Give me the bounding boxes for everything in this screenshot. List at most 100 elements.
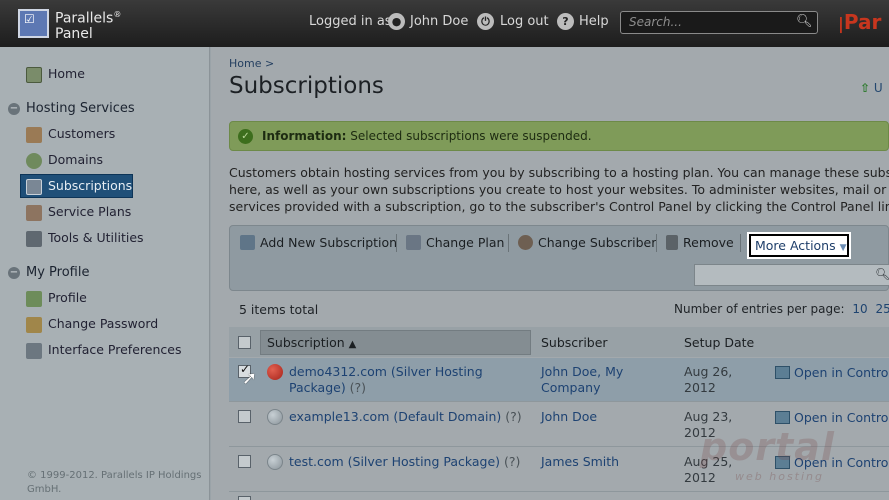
upgrade-label: U xyxy=(873,81,883,95)
toolbar-divider xyxy=(396,234,397,252)
help-mark[interactable]: (?) xyxy=(504,454,520,469)
change-subscriber-button[interactable]: Change Subscriber xyxy=(518,235,656,250)
subscription-name: example13.com (Default Domain) xyxy=(289,409,502,424)
toolbar-divider xyxy=(656,234,657,252)
column-setup-date[interactable]: Setup Date xyxy=(684,335,754,350)
sidebar-item-home[interactable]: Home xyxy=(26,66,85,83)
hosting-services-label: Hosting Services xyxy=(26,101,135,116)
column-subscription-label: Subscription xyxy=(267,335,345,350)
search-icon[interactable]: 🔍︎ xyxy=(796,14,813,29)
remove-label: Remove xyxy=(683,235,734,250)
per-page-10[interactable]: 10 xyxy=(852,302,867,316)
plan-icon xyxy=(26,204,42,221)
change-plan-label: Change Plan xyxy=(426,235,505,250)
sidebar-item-customers[interactable]: Customers xyxy=(26,126,115,143)
add-subscription-button[interactable]: Add New Subscription xyxy=(240,235,397,250)
sidebar-item-subscriptions[interactable]: Subscriptions xyxy=(26,178,132,195)
search-input[interactable]: Search... xyxy=(620,11,818,34)
user-icon xyxy=(26,126,42,143)
user-icon: ● xyxy=(388,13,405,30)
column-subscriber[interactable]: Subscriber xyxy=(541,335,608,350)
subscription-icon xyxy=(26,178,42,195)
sidebar-domains-label: Domains xyxy=(48,152,104,167)
open-panel-icon xyxy=(775,411,790,424)
watermark-logo: portal xyxy=(700,425,835,469)
sidebar-interface-preferences-label: Interface Preferences xyxy=(48,342,182,357)
more-actions-label: More Actions xyxy=(755,238,836,253)
mouse-cursor-icon: ➚ xyxy=(242,368,258,389)
section-hosting-services[interactable]: − Hosting Services xyxy=(8,101,135,116)
sidebar-service-plans-label: Service Plans xyxy=(48,204,132,219)
active-status-icon xyxy=(267,409,283,425)
help-link[interactable]: Help xyxy=(579,14,609,29)
per-page-25[interactable]: 25 xyxy=(876,302,889,316)
description-line: services provided with a subscription, g… xyxy=(229,199,889,214)
per-page-label: Number of entries per page: xyxy=(674,302,845,316)
sidebar-item-change-password[interactable]: Change Password xyxy=(26,316,158,333)
section-my-profile[interactable]: − My Profile xyxy=(8,265,89,280)
add-subscription-label: Add New Subscription xyxy=(260,235,398,250)
sidebar-change-password-label: Change Password xyxy=(48,316,159,331)
watermark-subtitle: web hosting xyxy=(735,470,824,483)
toolbar-divider xyxy=(508,234,509,252)
brand-name: Parallels® Panel xyxy=(55,10,122,42)
logout-link[interactable]: Log out xyxy=(500,14,549,29)
open-panel-icon xyxy=(775,366,790,379)
upgrade-link[interactable]: ⇧ U xyxy=(860,81,883,95)
open-in-control-label: Open in Control xyxy=(794,365,889,380)
page-title: Subscriptions xyxy=(229,73,384,99)
sidebar-item-domains[interactable]: Domains xyxy=(26,152,103,169)
logout-icon[interactable]: ⏻ xyxy=(477,13,494,30)
sidebar-item-service-plans[interactable]: Service Plans xyxy=(26,204,131,221)
brand-right-text: Par xyxy=(843,10,882,34)
search-icon[interactable]: 🔍︎ xyxy=(875,267,889,281)
subscriber-link[interactable]: John Doe xyxy=(541,409,597,425)
sidebar-item-interface-preferences[interactable]: Interface Preferences xyxy=(26,342,181,359)
open-in-control-panel-link[interactable]: Open in Control xyxy=(775,365,889,380)
open-in-control-panel-link[interactable]: Open in Control xyxy=(775,410,889,425)
add-subscription-icon xyxy=(240,235,255,250)
row-checkbox[interactable] xyxy=(238,410,251,423)
check-icon: ✓ xyxy=(238,129,253,144)
copyright: © 1999-2012. Parallels IP Holdings GmbH. xyxy=(27,469,201,497)
row-checkbox[interactable] xyxy=(238,455,251,468)
items-total: 5 items total xyxy=(239,302,319,317)
column-subscription[interactable]: Subscription ▲ xyxy=(267,335,356,350)
subscription-link[interactable]: test.com (Silver Hosting Package) (?) xyxy=(289,454,520,470)
remove-button[interactable]: Remove xyxy=(666,235,734,250)
trash-icon xyxy=(666,235,678,250)
row-checkbox[interactable] xyxy=(238,496,251,500)
my-profile-label: My Profile xyxy=(26,265,90,280)
info-text: Selected subscriptions were suspended. xyxy=(350,129,592,143)
subscriber-link[interactable]: James Smith xyxy=(541,454,619,470)
setup-date: Aug 26, 2012 xyxy=(684,364,733,395)
subscription-link[interactable]: example13.com (Default Domain) (?) xyxy=(289,409,522,425)
page-description: Customers obtain hosting services from y… xyxy=(229,164,889,215)
help-mark[interactable]: (?) xyxy=(350,380,366,395)
sidebar-subscriptions-label: Subscriptions xyxy=(48,178,133,193)
collapse-icon[interactable]: − xyxy=(8,103,20,115)
copyright-line-2: GmbH. xyxy=(27,484,62,495)
change-plan-button[interactable]: Change Plan xyxy=(406,235,504,250)
sidebar-item-profile[interactable]: Profile xyxy=(26,290,87,307)
description-line: Customers obtain hosting services from y… xyxy=(229,165,889,180)
subscription-link[interactable]: demo4312.com (Silver Hosting Package) (?) xyxy=(289,364,489,396)
help-icon[interactable]: ? xyxy=(557,13,574,30)
change-subscriber-icon xyxy=(518,235,533,250)
globe-icon xyxy=(26,152,42,169)
change-plan-icon xyxy=(406,235,421,250)
active-status-icon xyxy=(267,454,283,470)
help-mark[interactable]: (?) xyxy=(505,409,521,424)
collapse-icon[interactable]: − xyxy=(8,267,20,279)
profile-icon xyxy=(26,290,42,307)
more-actions-dropdown[interactable]: More Actions ▼ xyxy=(749,234,849,257)
select-all-checkbox[interactable] xyxy=(238,336,251,349)
open-in-control-label: Open in Control xyxy=(794,410,889,425)
user-name-link[interactable]: John Doe xyxy=(410,14,468,29)
sidebar-item-tools[interactable]: Tools & Utilities xyxy=(26,230,144,247)
info-message: ✓ Information: Selected subscriptions we… xyxy=(229,121,889,151)
filter-input[interactable] xyxy=(694,264,889,286)
breadcrumb[interactable]: Home > xyxy=(229,57,274,70)
subscriber-link[interactable]: John Doe, My Company xyxy=(541,364,651,396)
suspended-status-icon xyxy=(267,364,283,380)
